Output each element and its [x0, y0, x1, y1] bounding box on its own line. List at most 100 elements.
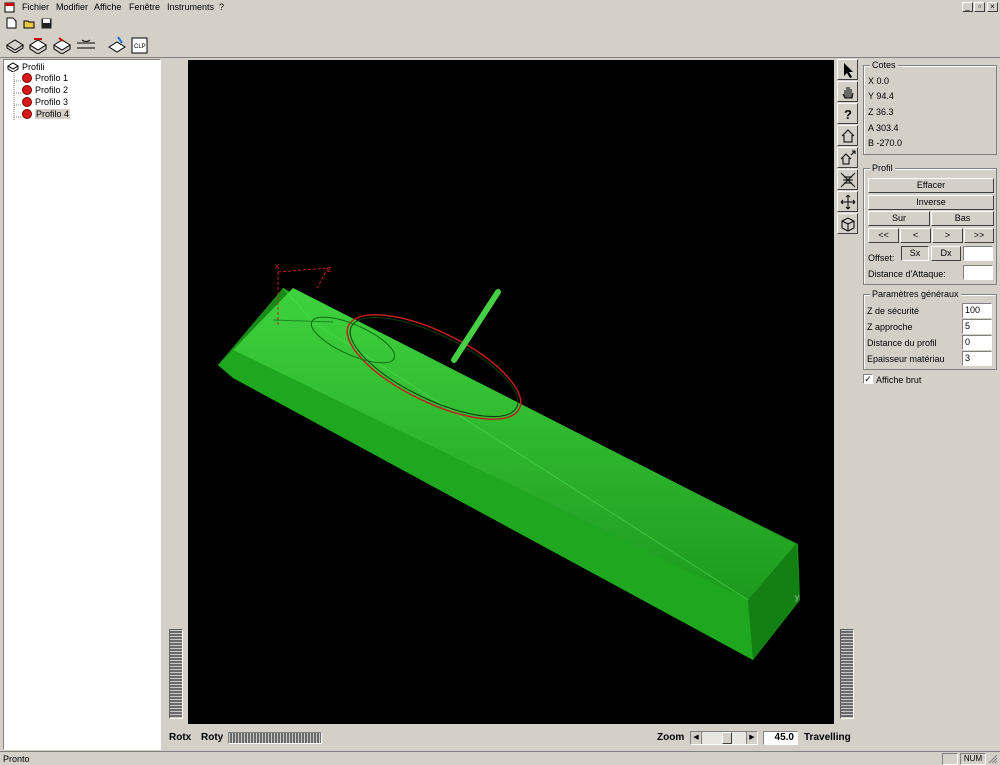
tree-item-label: Profilo 4 — [35, 109, 71, 119]
zoom-value-field[interactable]: 45.0 — [763, 731, 798, 745]
save-icon — [41, 18, 51, 28]
coord-a: A 303.4 — [868, 123, 899, 133]
save-button[interactable] — [39, 16, 53, 30]
menu-bar: Fichier Modifier Affiche Fenêtre Instrum… — [0, 0, 1000, 15]
3d-viewport[interactable]: x z y — [188, 60, 834, 724]
resize-grip-icon[interactable] — [988, 754, 998, 764]
open-folder-icon — [23, 20, 34, 28]
open-file-button[interactable] — [22, 16, 36, 30]
status-bar: Pronto NUM — [0, 751, 1000, 765]
zoom-vertical-slider[interactable] — [840, 629, 854, 719]
offset-input[interactable] — [963, 246, 993, 261]
clip-button[interactable]: CLP — [129, 34, 149, 56]
wireframe-cube-icon — [841, 216, 854, 232]
tree-item-label: Profilo 2 — [35, 85, 69, 95]
last-button[interactable]: >> — [964, 228, 994, 243]
app-icon — [4, 2, 15, 13]
view-controls-bar: Rotx Roty Zoom ◀ ▶ 45.0 Travelling — [164, 727, 858, 749]
num-lock-indicator: NUM — [960, 753, 986, 765]
view-solid-button[interactable] — [4, 34, 26, 56]
home-view-button[interactable] — [837, 125, 858, 146]
view-side-button[interactable] — [51, 34, 73, 56]
profile-icon — [22, 109, 32, 119]
solid-view-icon — [6, 39, 24, 53]
affiche-brut-label: Affiche brut — [876, 375, 922, 385]
select-tool-button[interactable] — [837, 59, 858, 80]
arrow-pointer-icon — [843, 62, 853, 78]
affiche-brut-checkbox[interactable]: ✓ — [863, 374, 873, 384]
menu-instruments[interactable]: Instruments — [167, 2, 214, 12]
roty-label: Roty — [201, 732, 224, 743]
menu-help[interactable]: ? — [219, 2, 224, 12]
home-arrow-icon — [840, 150, 855, 164]
profile-icon — [22, 73, 32, 83]
tree-item-profilo-2[interactable]: Profilo 2 — [22, 84, 68, 96]
menu-affiche[interactable]: Affiche — [94, 2, 121, 12]
zoom-left-arrow-icon[interactable]: ◀ — [691, 732, 702, 744]
distance-attaque-input[interactable] — [963, 265, 993, 280]
perspective-button[interactable] — [837, 169, 858, 190]
coord-y: Y 94.4 — [868, 91, 894, 101]
inverse-button[interactable]: Inverse — [868, 195, 994, 210]
help-tool-button[interactable]: ? — [837, 103, 858, 124]
travelling-label: Travelling — [804, 732, 851, 743]
sx-toggle[interactable]: Sx — [901, 246, 929, 261]
distance-attaque-label: Distance d'Attaque: — [868, 269, 946, 279]
sur-button[interactable]: Sur — [868, 211, 930, 226]
epaisseur-input[interactable]: 3 — [962, 351, 992, 366]
svg-text:?: ? — [844, 107, 852, 121]
distance-profil-input[interactable]: 0 — [962, 335, 992, 350]
next-button[interactable]: > — [932, 228, 963, 243]
bas-button[interactable]: Bas — [931, 211, 994, 226]
svg-text:CLP: CLP — [134, 44, 146, 50]
top-view-icon — [29, 38, 47, 54]
menu-fenetre[interactable]: Fenêtre — [129, 2, 160, 12]
menu-fichier[interactable]: Fichier — [22, 2, 49, 12]
tree-item-profilo-4[interactable]: Profilo 4 — [22, 108, 71, 120]
profile-tree: Profili Profilo 1 Profilo 2 Profilo 3 Pr… — [3, 59, 161, 750]
wireframe-button[interactable] — [837, 213, 858, 234]
coord-z: Z 36.3 — [868, 107, 894, 117]
effacer-button[interactable]: Effacer — [868, 178, 994, 193]
home-icon — [841, 128, 854, 142]
roty-slider[interactable] — [228, 732, 322, 744]
new-file-icon — [6, 17, 16, 29]
first-button[interactable]: << — [868, 228, 899, 243]
tree-root-label: Profili — [22, 61, 45, 72]
clipboard-icon: CLP — [131, 37, 147, 54]
z-approche-input[interactable]: 5 — [962, 319, 992, 334]
tool-path-icon — [108, 36, 126, 53]
zoom-slider-track[interactable]: ◀ ▶ — [690, 731, 758, 745]
menu-modifier[interactable]: Modifier — [56, 2, 88, 12]
rotx-slider[interactable] — [169, 629, 183, 719]
new-file-button[interactable] — [4, 16, 18, 30]
restore-icon[interactable]: ▫ — [974, 2, 985, 12]
section-view-button[interactable] — [75, 34, 97, 56]
z-securite-input[interactable]: 100 — [962, 303, 992, 318]
distance-profil-label: Distance du profil — [867, 338, 937, 348]
zoom-right-arrow-icon[interactable]: ▶ — [746, 732, 757, 744]
profile-icon — [22, 97, 32, 107]
tree-item-label: Profilo 1 — [35, 73, 69, 83]
pan-tool-button[interactable] — [837, 81, 858, 102]
view-top-button[interactable] — [27, 34, 49, 56]
z-approche-label: Z approche — [867, 322, 913, 332]
rotx-label: Rotx — [169, 732, 192, 743]
hand-icon — [842, 86, 853, 98]
tree-item-profilo-1[interactable]: Profilo 1 — [22, 72, 68, 84]
file-toolbar — [0, 15, 1000, 32]
move-arrows-icon — [840, 194, 855, 209]
zoom-label: Zoom — [657, 732, 685, 743]
cotes-title: Cotes — [870, 60, 898, 70]
profil-title: Profil — [870, 163, 895, 173]
prev-button[interactable]: < — [900, 228, 931, 243]
params-title: Paramètres généraux — [870, 289, 961, 299]
tool-path-button[interactable] — [106, 34, 128, 56]
set-home-button[interactable] — [837, 147, 858, 168]
dx-toggle[interactable]: Dx — [931, 246, 961, 261]
minimize-icon[interactable]: _ — [962, 2, 973, 12]
zoom-thumb[interactable] — [722, 732, 732, 744]
move-tool-button[interactable] — [837, 191, 858, 212]
close-icon[interactable]: × — [987, 2, 998, 12]
tree-item-profilo-3[interactable]: Profilo 3 — [22, 96, 68, 108]
